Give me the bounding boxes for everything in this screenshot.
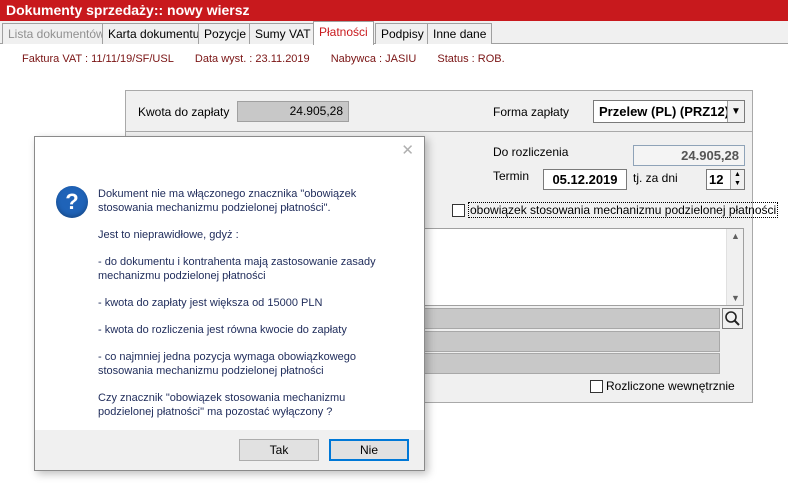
message-paragraph: - do dokumentu i kontrahenta mają zastos… xyxy=(98,256,376,282)
split-payment-label[interactable]: obowiązek stosowania mechanizmu podzielo… xyxy=(468,202,779,218)
tab-pozycje[interactable]: Pozycje xyxy=(198,23,253,44)
days-stepper[interactable]: 12 ▲ ▼ xyxy=(706,169,745,190)
issue-date: Data wyst. : 23.11.2019 xyxy=(194,53,310,65)
scroll-down-icon[interactable]: ▼ xyxy=(727,293,744,303)
payment-form-label: Forma zapłaty xyxy=(493,105,570,119)
tab-label: Karta dokumentu xyxy=(108,27,200,41)
window-title: Dokumenty sprzedaży:: nowy wiersz xyxy=(0,0,788,21)
account-search-button[interactable] xyxy=(722,308,743,329)
tab-karta-dokumentu[interactable]: Karta dokumentu xyxy=(102,23,206,44)
tab-sumy-vat[interactable]: Sumy VAT xyxy=(249,23,317,44)
amount-label: Kwota do zapłaty xyxy=(138,105,230,119)
account-field xyxy=(424,308,720,329)
tab-label: Lista dokumentów xyxy=(8,27,105,41)
tab-podpisy[interactable]: Podpisy xyxy=(375,23,430,44)
no-button[interactable]: Nie xyxy=(329,439,409,461)
tab-label: Pozycje xyxy=(204,27,247,41)
question-icon: ? xyxy=(56,186,88,218)
tab-label: Płatności xyxy=(319,25,368,39)
split-payment-warning-dialog: ✕ ? Dokument nie ma włączonego znacznika… xyxy=(34,136,425,471)
spin-arrows-icon[interactable]: ▲ ▼ xyxy=(730,170,744,189)
document-status: Status : ROB. xyxy=(437,53,505,65)
message-paragraph: - kwota do zapłaty jest większa od 15000… xyxy=(98,297,323,309)
internal-settled-checkbox[interactable] xyxy=(590,380,603,393)
invoice-number: Faktura VAT : 11/11/19/SF/USL xyxy=(22,53,174,65)
message-paragraph: Czy znacznik "obowiązek stosowania mecha… xyxy=(98,392,346,418)
tab-label: Sumy VAT xyxy=(255,27,311,41)
message-paragraph: - kwota do rozliczenia jest równa kwocie… xyxy=(98,324,347,336)
chevron-down-icon[interactable]: ▼ xyxy=(727,101,744,122)
amount-field: 24.905,28 xyxy=(237,101,349,122)
close-icon[interactable]: ✕ xyxy=(401,141,414,159)
days-value: 12 xyxy=(709,172,724,187)
app-window: Dokumenty sprzedaży:: nowy wiersz Lista … xyxy=(0,0,788,493)
magnifier-icon xyxy=(725,311,740,326)
term-date-input[interactable]: 05.12.2019 xyxy=(543,169,627,190)
tab-inne-dane[interactable]: Inne dane xyxy=(427,23,493,44)
dialog-footer: Tak Nie xyxy=(35,430,424,470)
dialog-message: Dokument nie ma włączonego znacznika "ob… xyxy=(98,187,418,432)
message-paragraph: - co najmniej jedna pozycja wymaga obowi… xyxy=(98,351,357,377)
notes-scrollbar[interactable]: ▲ ▼ xyxy=(726,229,743,305)
message-paragraph: Dokument nie ma włączonego znacznika "ob… xyxy=(98,188,357,214)
scroll-up-icon[interactable]: ▲ xyxy=(727,231,744,241)
split-payment-text: obowiązek stosowania mechanizmu podzielo… xyxy=(468,202,779,218)
days-label: tj. za dni xyxy=(633,171,678,185)
tab-lista-dokumentow[interactable]: Lista dokumentów xyxy=(2,23,111,44)
payment-form-value: Przelew (PL) (PRZ12) xyxy=(599,104,730,119)
panel-divider xyxy=(126,131,752,132)
document-info: Faktura VAT : 11/11/19/SF/USL Data wyst.… xyxy=(22,53,523,65)
bank-address-field xyxy=(424,353,720,374)
internal-settled-label[interactable]: Rozliczone wewnętrznie xyxy=(606,379,735,393)
tab-strip: Lista dokumentów Karta dokumentu Pozycje… xyxy=(0,21,788,45)
buyer-name: Nabywca : JASIU xyxy=(330,53,417,65)
tab-label: Inne dane xyxy=(433,27,487,41)
message-paragraph: Jest to nieprawidłowe, gdyż : xyxy=(98,229,239,241)
tab-label: Podpisy xyxy=(381,27,424,41)
term-label: Termin xyxy=(493,169,530,183)
tab-platnosci[interactable]: Płatności xyxy=(313,21,374,45)
bank-field xyxy=(424,331,720,352)
yes-button[interactable]: Tak xyxy=(239,439,319,461)
to-settle-label: Do rozliczenia xyxy=(493,145,569,159)
notes-textarea[interactable]: ▲ ▼ xyxy=(424,228,744,306)
split-payment-checkbox[interactable] xyxy=(452,204,465,217)
payment-form-select[interactable]: Przelew (PL) (PRZ12) ▼ xyxy=(593,100,745,123)
to-settle-field: 24.905,28 xyxy=(633,145,745,166)
